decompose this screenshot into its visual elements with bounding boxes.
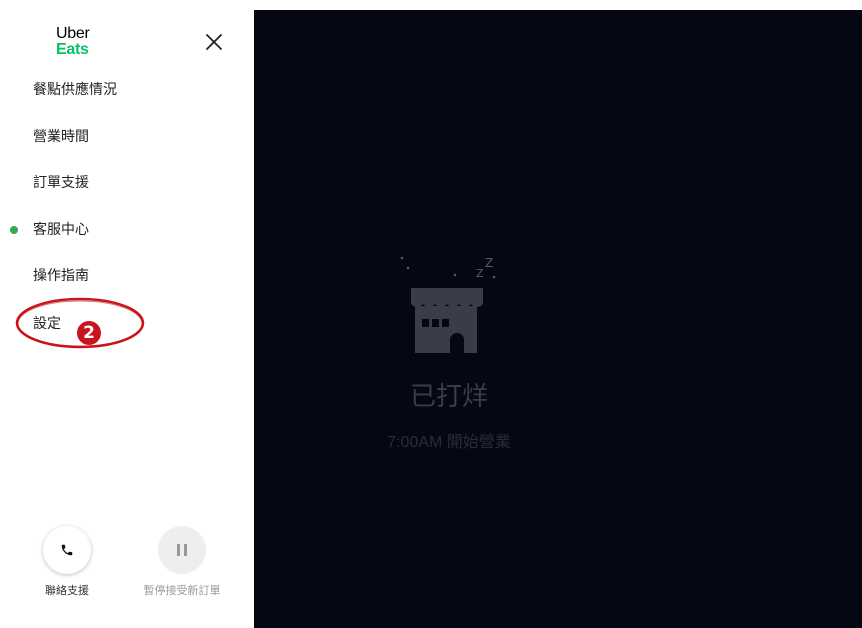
- main-panel: Z Z 已打烊 7:00AM 開始營業: [254, 10, 862, 628]
- closed-status-title: 已打烊: [409, 382, 488, 412]
- menu-item-availability[interactable]: 餐點供應情況: [33, 80, 117, 100]
- contact-support-label: 聯絡支援: [45, 584, 89, 597]
- pause-orders-action: 暫停接受新訂單: [127, 526, 237, 597]
- menu-item-business-hours[interactable]: 營業時間: [33, 127, 89, 147]
- close-icon: [206, 34, 222, 50]
- annotation-number-badge: 2: [77, 321, 101, 345]
- close-button[interactable]: [202, 30, 226, 54]
- logo-eats-text: Eats: [56, 41, 89, 58]
- pause-icon: [177, 544, 187, 556]
- svg-text:Z: Z: [476, 267, 484, 280]
- phone-icon: [61, 544, 73, 556]
- svg-text:Z: Z: [485, 256, 493, 270]
- opening-time-text: 7:00AM 開始營業: [387, 434, 511, 451]
- pause-orders-label: 暫停接受新訂單: [143, 584, 221, 597]
- menu-item-order-support[interactable]: 訂單支援: [33, 173, 89, 193]
- contact-support-action: 聯絡支援: [12, 526, 122, 597]
- contact-support-button[interactable]: [43, 526, 91, 574]
- pause-orders-button[interactable]: [158, 526, 206, 574]
- menu-item-guide[interactable]: 操作指南: [33, 266, 89, 286]
- menu-item-settings[interactable]: 設定: [33, 314, 61, 334]
- menu-item-help-center[interactable]: 客服中心: [33, 220, 89, 240]
- logo-uber-text: Uber: [56, 25, 90, 42]
- active-indicator-dot: [10, 226, 18, 234]
- sidebar: Uber Eats 餐點供應情況 營業時間 訂單支援 客服中心 操作指南 設定 …: [0, 0, 254, 628]
- uber-eats-logo: Uber Eats: [56, 25, 90, 58]
- closed-store-icon: Z Z: [400, 256, 496, 353]
